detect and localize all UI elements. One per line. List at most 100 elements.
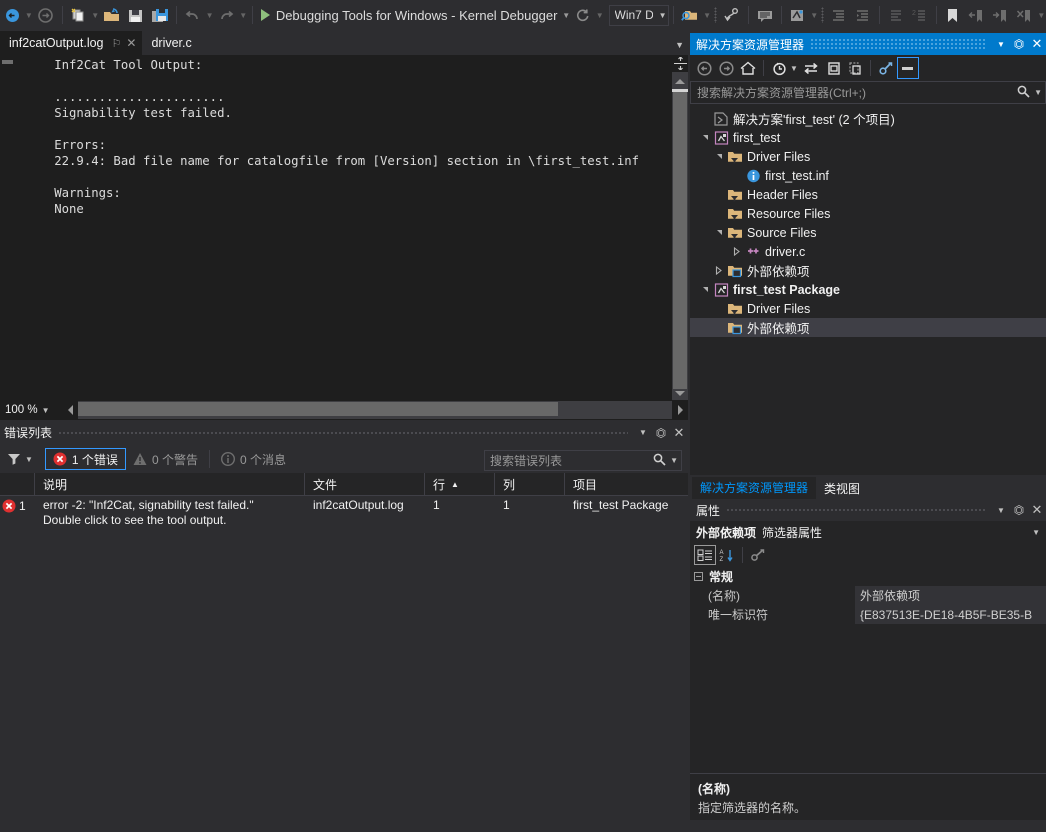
search-dropdown-chevron-icon[interactable]: ▼ (670, 456, 678, 465)
categorized-icon[interactable] (694, 545, 716, 565)
tab-overflow-chevron[interactable]: ▼ (675, 40, 684, 50)
pin-icon[interactable]: ⏣ (652, 423, 670, 443)
chevron-down-icon[interactable]: ▼ (1032, 528, 1040, 537)
tree-item-source-files[interactable]: Source Files (690, 223, 1046, 242)
refresh-icon[interactable] (822, 57, 844, 79)
close-icon[interactable]: ✕ (670, 423, 688, 443)
close-icon[interactable]: ✕ (1028, 500, 1046, 520)
collapse-category-icon[interactable] (694, 572, 703, 581)
scroll-right-arrow[interactable] (672, 401, 688, 419)
column-header-description[interactable]: 说明 (35, 472, 305, 496)
toolbar-grip[interactable] (819, 4, 827, 26)
new-item-dropdown[interactable]: ▼ (90, 4, 100, 26)
save-all-icon[interactable] (149, 4, 171, 26)
outdent-icon[interactable] (828, 4, 850, 26)
scrollbar-thumb[interactable] (673, 89, 687, 389)
alphabetical-icon[interactable]: AZ (716, 545, 738, 565)
split-view-handle[interactable] (672, 55, 688, 72)
expander-open-icon[interactable] (698, 280, 712, 299)
scroll-down-arrow[interactable] (672, 386, 688, 400)
undo-icon[interactable] (182, 4, 204, 26)
tree-item-first-test[interactable]: first_test (690, 128, 1046, 147)
tree-item-driver-c[interactable]: driver.c (690, 242, 1046, 261)
chevron-down-icon[interactable]: ▼ (25, 455, 33, 464)
pending-changes-icon[interactable] (768, 57, 790, 79)
panel-menu-chevron-icon[interactable]: ▼ (634, 423, 652, 443)
property-pages-icon[interactable] (747, 545, 769, 565)
errors-filter-toggle[interactable]: 1 个错误 (44, 448, 126, 470)
expander-open-icon[interactable] (712, 147, 726, 166)
property-value[interactable]: 外部依赖项 (855, 586, 1046, 605)
find-in-files-icon[interactable] (679, 4, 701, 26)
refresh-dropdown[interactable]: ▼ (595, 4, 605, 26)
zoom-level-combo[interactable]: 100 % ▼ (0, 400, 62, 420)
solution-configuration-combo[interactable]: Win7 De ▼ (608, 4, 670, 26)
indent-icon[interactable] (852, 4, 874, 26)
comment-icon[interactable] (754, 4, 776, 26)
tree-item-driver-files[interactable]: Driver Files (690, 147, 1046, 166)
warnings-filter-toggle[interactable]: 0 个警告 (126, 448, 205, 470)
column-header-column[interactable]: 列 (495, 472, 565, 496)
column-header-project[interactable]: 项目 (565, 473, 688, 496)
navigate-forward-icon[interactable] (35, 4, 57, 26)
search-icon[interactable] (653, 453, 666, 469)
properties-icon[interactable] (875, 57, 897, 79)
start-debugging-dropdown[interactable]: ▼ (561, 4, 571, 26)
comment-lines-icon[interactable] (885, 4, 907, 26)
titlebar-drag-grip[interactable] (810, 39, 986, 49)
messages-filter-toggle[interactable]: 0 个消息 (214, 448, 293, 470)
toolbar-overflow[interactable]: ▼ (1037, 4, 1046, 26)
preview-selected-items-icon[interactable] (897, 57, 919, 79)
clear-bookmarks-icon[interactable] (1014, 4, 1036, 26)
search-icon[interactable] (1017, 85, 1030, 101)
sync-with-active-document-icon[interactable] (800, 57, 822, 79)
tree-item-first-test-inf[interactable]: first_test.inf (690, 166, 1046, 185)
bookmark-icon[interactable] (942, 4, 964, 26)
expander-closed-icon[interactable] (730, 242, 744, 261)
table-row[interactable]: 1 error -2: "Inf2Cat, signability test f… (0, 496, 688, 532)
editor-text[interactable]: Inf2Cat Tool Output: ...................… (32, 57, 664, 217)
property-row-unique-identifier[interactable]: 唯一标识符 {E837513E-DE18-4B5F-BE35-B (690, 605, 1046, 624)
properties-object-selector[interactable]: 外部依赖项 筛选器属性 ▼ (690, 521, 1046, 543)
open-folder-icon[interactable] (101, 4, 123, 26)
tab-class-view[interactable]: 类视图 (816, 477, 868, 499)
tree-item-solution[interactable]: 解决方案'first_test' (2 个项目) (690, 109, 1046, 128)
undo-dropdown[interactable]: ▼ (205, 4, 215, 26)
expander-open-icon[interactable] (698, 128, 712, 147)
properties-grid[interactable]: 常规 (名称) 外部依赖项 唯一标识符 {E837513E-DE18-4B5F-… (690, 567, 1046, 624)
scroll-left-arrow[interactable] (62, 401, 78, 419)
chevron-down-icon[interactable]: ▼ (38, 406, 54, 415)
tab-driver-c[interactable]: driver.c (142, 31, 198, 55)
close-icon[interactable]: ✕ (1028, 33, 1046, 55)
find-dropdown[interactable]: ▼ (702, 4, 712, 26)
back-icon[interactable] (693, 57, 715, 79)
solution-explorer-search-input[interactable]: 搜索解决方案资源管理器(Ctrl+;) ▼ (690, 81, 1046, 104)
expander-closed-icon[interactable] (712, 261, 726, 280)
error-search-input[interactable]: 搜索错误列表 ▼ (484, 450, 682, 471)
start-debugging-button[interactable]: Debugging Tools for Windows - Kernel Deb… (257, 4, 562, 26)
tree-item-external-dependencies[interactable]: 外部依赖项 (690, 261, 1046, 280)
collapse-all-icon[interactable] (844, 57, 866, 79)
filter-button[interactable]: ▼ (7, 453, 33, 465)
column-header-icon[interactable] (0, 472, 35, 496)
pin-icon[interactable]: ⏣ (1010, 33, 1028, 55)
new-item-icon[interactable] (67, 4, 89, 26)
panel-menu-chevron-icon[interactable]: ▼ (992, 33, 1010, 55)
next-bookmark-icon[interactable] (990, 4, 1012, 26)
solution-tree[interactable]: 解决方案'first_test' (2 个项目) first_test Driv… (690, 104, 1046, 475)
property-value[interactable]: {E837513E-DE18-4B5F-BE35-B (855, 605, 1046, 624)
refresh-icon[interactable] (572, 4, 594, 26)
column-header-file[interactable]: 文件 (305, 472, 425, 496)
navigate-back-dropdown[interactable]: ▼ (24, 4, 34, 26)
titlebar-drag-grip[interactable] (58, 427, 628, 438)
attach-icon[interactable] (786, 4, 808, 26)
pending-changes-dropdown[interactable]: ▼ (790, 64, 800, 73)
pin-icon[interactable]: ⏣ (1010, 500, 1028, 520)
branch-icon[interactable] (721, 4, 743, 26)
attach-dropdown[interactable]: ▼ (809, 4, 819, 26)
tree-item-first-test-package[interactable]: first_test Package (690, 280, 1046, 299)
tree-item-package-driver-files[interactable]: Driver Files (690, 299, 1046, 318)
close-icon[interactable]: ✕ (126, 36, 136, 50)
panel-menu-chevron-icon[interactable]: ▼ (992, 500, 1010, 520)
navigate-back-icon[interactable] (1, 4, 23, 26)
